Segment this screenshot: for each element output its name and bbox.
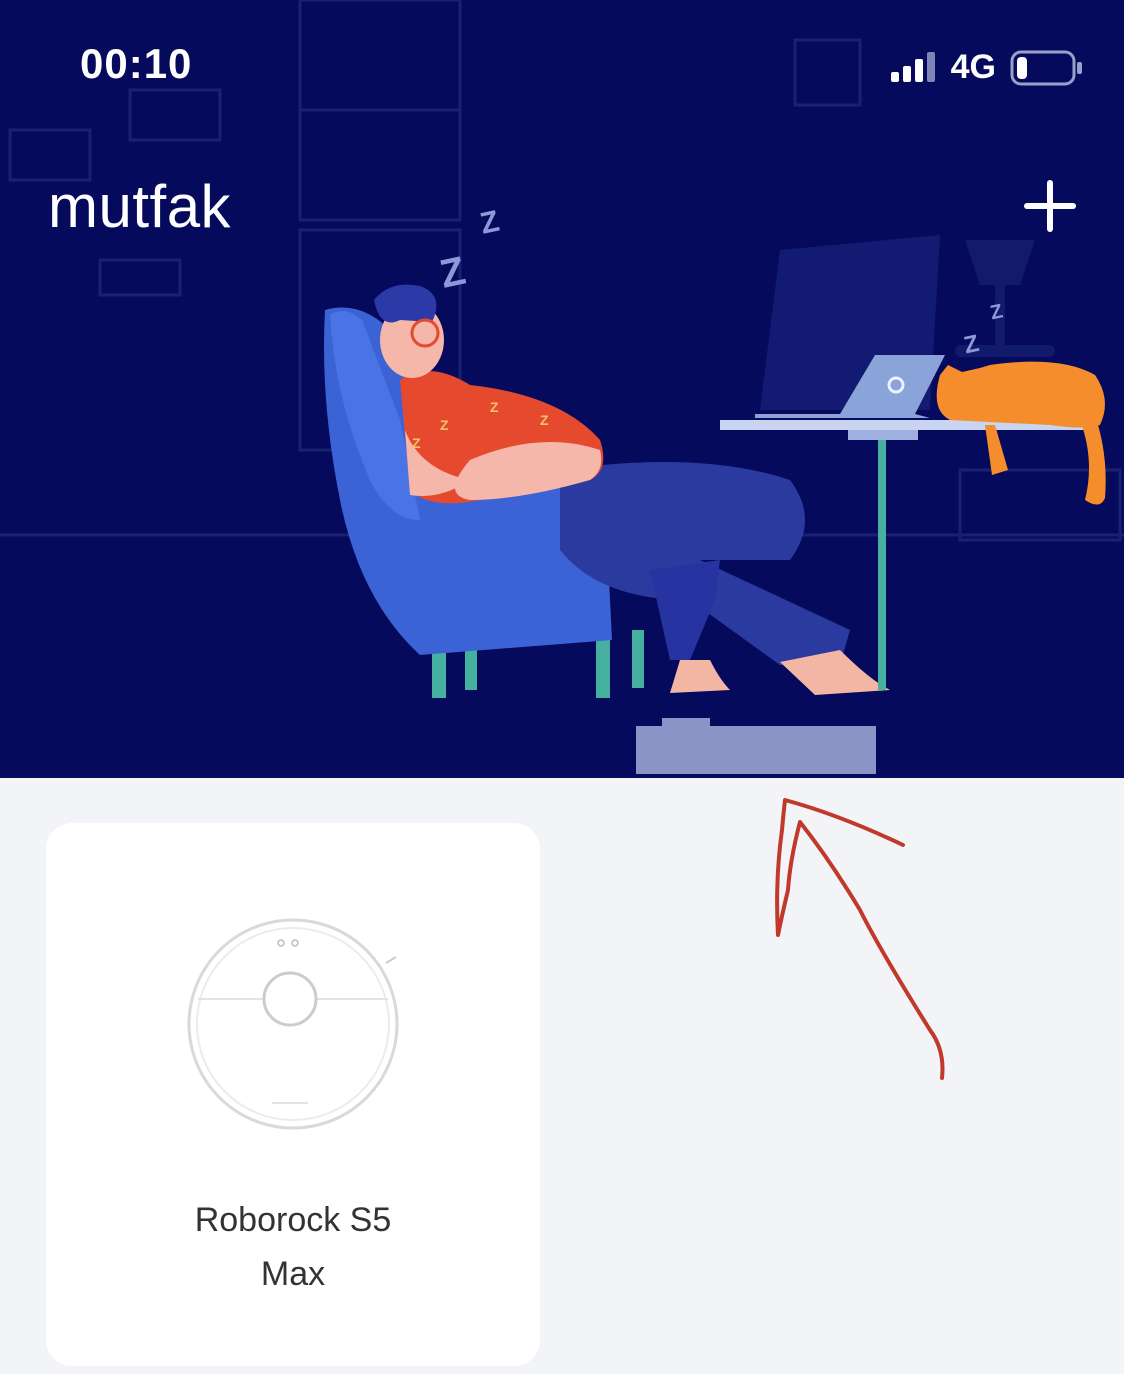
robot-vacuum-icon xyxy=(187,918,399,1130)
cellular-signal-icon xyxy=(890,51,935,82)
status-time: 00:10 xyxy=(80,40,193,87)
svg-text:Z: Z xyxy=(490,399,499,415)
sleeping-person-illustration: Z Z Z Z Z Z Z Z xyxy=(0,0,1124,774)
svg-text:Z: Z xyxy=(440,417,449,433)
add-device-button[interactable] xyxy=(1012,168,1088,244)
battery-icon xyxy=(1010,50,1082,85)
room-title[interactable]: mutfak xyxy=(48,172,231,241)
network-type: 4G xyxy=(950,48,996,86)
svg-text:Z: Z xyxy=(412,435,421,451)
svg-text:Z: Z xyxy=(436,249,469,297)
hero-banner: Z Z Z Z Z Z Z Z 00:10 4G mutfak xyxy=(0,0,1124,778)
svg-text:Z: Z xyxy=(477,205,502,241)
status-indicators: 4G xyxy=(890,48,1084,87)
device-name: Roborock S5 Max xyxy=(194,1201,392,1293)
device-card[interactable]: Roborock S5 Max xyxy=(46,823,540,1366)
svg-text:Z: Z xyxy=(540,412,549,428)
plus-icon xyxy=(1024,180,1076,232)
